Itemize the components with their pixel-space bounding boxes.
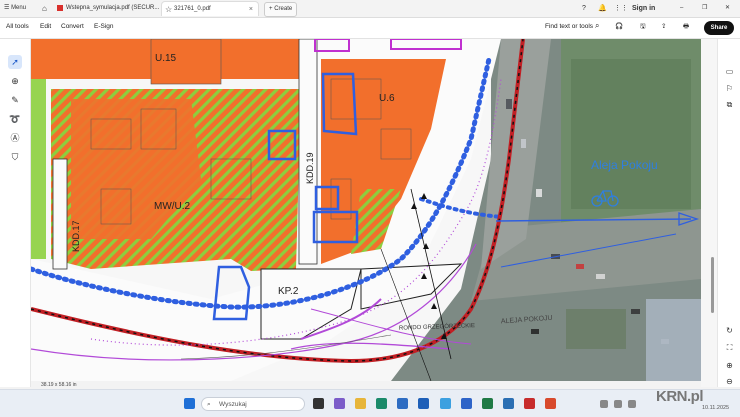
comment-icon[interactable]: ▭ [723, 65, 736, 78]
zoom-in-icon[interactable]: ⊕ [723, 359, 736, 372]
acrobat-icon[interactable] [524, 398, 535, 409]
bell-icon[interactable]: 🔔 [598, 2, 607, 15]
powerpoint-icon[interactable] [545, 398, 556, 409]
select-cursor-icon[interactable]: ➚ [8, 55, 22, 69]
menu-esign[interactable]: E-Sign [94, 23, 114, 30]
label-kdd19: KDD.19 [305, 152, 315, 184]
label-kp2: KP.2 [278, 286, 299, 297]
store-icon[interactable] [397, 398, 408, 409]
zoom-out-icon[interactable]: ⊖ [723, 375, 736, 388]
tray-chevron-icon[interactable] [600, 400, 608, 408]
headphones-icon[interactable]: 🎧 [615, 22, 623, 30]
page-size-status: 38.19 x 58.16 in [31, 381, 701, 389]
scrollbar-thumb[interactable] [711, 257, 714, 313]
menu-button[interactable]: ☰ Menu [4, 2, 26, 15]
label-u6: U.6 [379, 93, 395, 104]
krn-watermark: KRN.pl [656, 388, 704, 405]
outlook-icon[interactable] [418, 398, 429, 409]
create-button[interactable]: + Create [264, 2, 298, 17]
apps-grid-icon[interactable]: ⋮⋮ [614, 2, 628, 15]
widgets-icon[interactable] [334, 398, 345, 409]
menu-all-tools[interactable]: All tools [6, 23, 29, 30]
star-icon[interactable]: ☆ [165, 2, 172, 14]
zoning-map: U.15 U.6 KDD.19 KDD.17 MW/U.2 KP.2 Aleja… [31, 39, 701, 381]
share-button[interactable]: Share [704, 21, 734, 35]
sign-in-button[interactable]: Sign in [632, 2, 655, 15]
save-icon[interactable]: 🖫 [640, 22, 646, 33]
draw-lasso-icon[interactable]: ➰ [8, 112, 22, 126]
close-window-icon[interactable]: ✕ [725, 2, 730, 15]
highlight-pen-icon[interactable]: ✎ [8, 93, 22, 107]
label-aleja-pokoju: Aleja Pokoju [591, 158, 658, 172]
word-icon[interactable] [461, 398, 472, 409]
stamp-icon[interactable]: ⛉ [8, 150, 22, 164]
label-u15: U.15 [155, 53, 177, 64]
home-icon[interactable]: ⌂ [42, 2, 47, 15]
find-text-field[interactable]: Find text or tools [545, 23, 593, 30]
zoom-tool-icon[interactable]: ⊕ [8, 74, 22, 88]
refresh-icon[interactable]: ↻ [723, 324, 736, 337]
fit-page-icon[interactable]: ⛶ [723, 341, 736, 354]
plus-icon: + [269, 6, 273, 12]
maximize-icon[interactable]: ❐ [702, 2, 707, 15]
pdf-icon [57, 5, 63, 11]
help-icon[interactable]: ? [582, 2, 586, 15]
task-view-icon[interactable] [313, 398, 324, 409]
taskbar-search-input[interactable]: ⌕ Wyszukaj [201, 397, 305, 411]
excel-icon[interactable] [482, 398, 493, 409]
volume-icon[interactable] [628, 400, 636, 408]
windows-taskbar: ⌕ Wyszukaj [0, 389, 740, 417]
edge-browser-icon[interactable] [376, 398, 387, 409]
title-bar: ☰ Menu ⌂ Wstepna_symulacja.pdf (SECUR...… [0, 0, 740, 18]
search-icon[interactable]: ⌕ [595, 21, 599, 31]
wifi-icon[interactable] [614, 400, 622, 408]
close-tab-icon[interactable]: × [249, 2, 253, 16]
copy-pages-icon[interactable]: ⧉ [723, 98, 736, 111]
tab-document-1[interactable]: Wstepna_symulacja.pdf (SECUR... [54, 1, 160, 16]
left-tool-panel: ➚ ⊕ ✎ ➰ Ⓐ ⛉ [0, 39, 31, 387]
pdf-page-view[interactable]: U.15 U.6 KDD.19 KDD.17 MW/U.2 KP.2 Aleja… [31, 39, 701, 381]
label-kdd17: KDD.17 [71, 220, 81, 252]
toolbar: All tools Edit Convert E-Sign Find text … [0, 18, 740, 39]
tab-document-2[interactable]: ☆ 321761_0.pdf × [161, 1, 259, 16]
app-icon[interactable] [503, 398, 514, 409]
upload-icon[interactable]: ⇪ [661, 22, 666, 30]
file-explorer-icon[interactable] [355, 398, 366, 409]
right-tool-panel: ▭ ⚐ ⧉ ↻ ⛶ ⊕ ⊖ [717, 39, 740, 387]
windows-start-icon[interactable] [184, 398, 195, 409]
text-box-icon[interactable]: Ⓐ [8, 131, 22, 145]
minimize-icon[interactable]: – [680, 2, 683, 15]
taskbar-date: 10.11.2025 [702, 405, 730, 411]
hamburger-icon: ☰ [4, 5, 10, 11]
vertical-scrollbar[interactable] [701, 39, 717, 387]
menu-convert[interactable]: Convert [61, 23, 84, 30]
bookmark-icon[interactable]: ⚐ [723, 82, 736, 95]
print-icon[interactable]: 🖶 [683, 22, 689, 33]
label-mwu2: MW/U.2 [154, 201, 191, 212]
search-icon: ⌕ [207, 401, 211, 408]
chrome-icon[interactable] [440, 398, 451, 409]
menu-edit[interactable]: Edit [40, 23, 51, 30]
